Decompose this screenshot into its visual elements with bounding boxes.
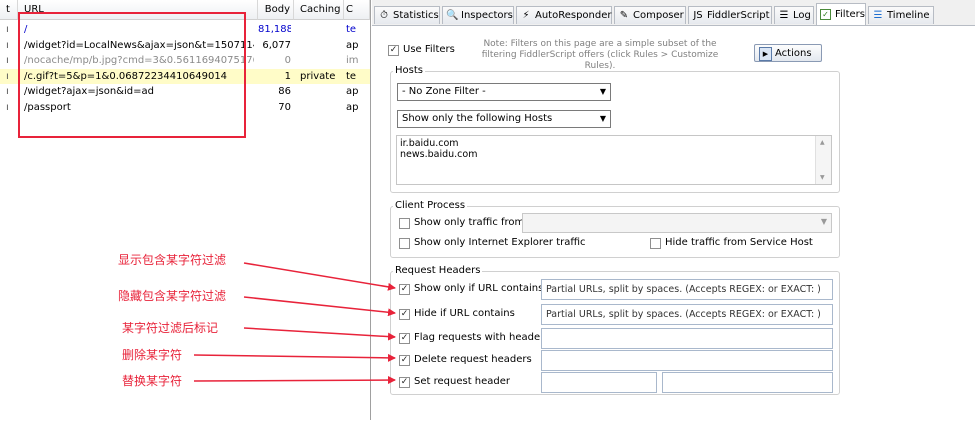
annotation-replace-char: 替换某字符: [122, 374, 183, 388]
annotation-delete-char: 删除某字符: [122, 348, 183, 362]
arrow-show-contains: [243, 262, 396, 291]
arrow-delete-char: [193, 353, 396, 362]
annotation-flag-after: 某字符过滤后标记: [122, 321, 219, 335]
arrow-replace-char: [193, 376, 396, 385]
arrow-hide-contains: [243, 296, 396, 317]
annotation-show-contains: 显示包含某字符过滤: [118, 253, 227, 267]
arrow-flag-after: [243, 327, 396, 341]
annotation-hide-contains: 隐藏包含某字符过滤: [118, 289, 227, 303]
